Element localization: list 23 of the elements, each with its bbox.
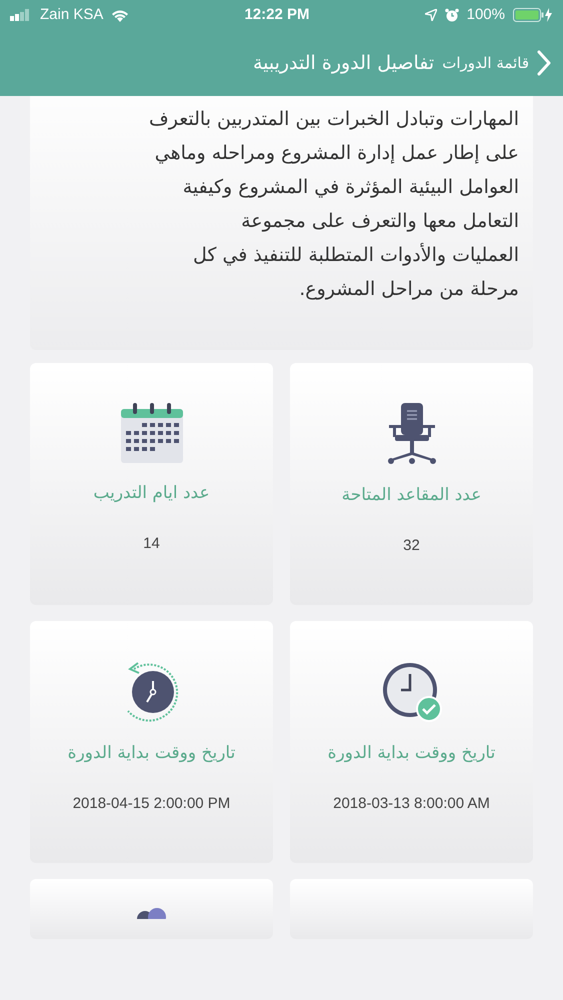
calendar-icon <box>120 403 182 463</box>
card-value: 2018-04-15 2:00:00 PM <box>72 794 230 814</box>
clock-check-icon <box>380 661 442 723</box>
battery-charging-icon <box>512 8 553 22</box>
signal-icon <box>10 9 32 21</box>
card-value: 14 <box>143 534 160 554</box>
card-label: عدد المقاعد المتاحة <box>342 484 482 507</box>
wifi-icon <box>111 8 130 22</box>
alarm-icon <box>444 8 459 22</box>
back-link[interactable]: قائمة الدورات <box>442 52 529 74</box>
card-value: 2018-03-13 8:00:00 AM <box>333 794 490 814</box>
back-chevron-icon[interactable] <box>537 50 551 76</box>
page-title: تفاصيل الدورة التدريبية <box>252 50 434 76</box>
card-label: تاريخ ووقت بداية الدورة <box>328 742 496 765</box>
course-description: المهارات وتبادل الخبرات بين المتدربين بالتعرف على إطار عمل إدارة المشروع ومراحله وماهي العوامل البيئية المؤثرة في المشروع وكيفية التعامل معها والتعرف على مجموعة العمليات والأدوات المتطلبة للتنفيذ في كل مرحلة من مراحل المشروع. <box>148 107 519 302</box>
office-chair-icon <box>386 403 436 465</box>
card-label: تاريخ ووقت بداية الدورة <box>68 742 236 765</box>
battery-percent: 100% <box>466 4 505 25</box>
carrier-name: Zain KSA <box>40 4 104 25</box>
location-arrow-icon <box>424 9 437 21</box>
card-label: عدد ايام التدريب <box>93 482 210 505</box>
card-value: 32 <box>403 536 420 556</box>
clock-time: 12:22 PM <box>244 4 310 25</box>
